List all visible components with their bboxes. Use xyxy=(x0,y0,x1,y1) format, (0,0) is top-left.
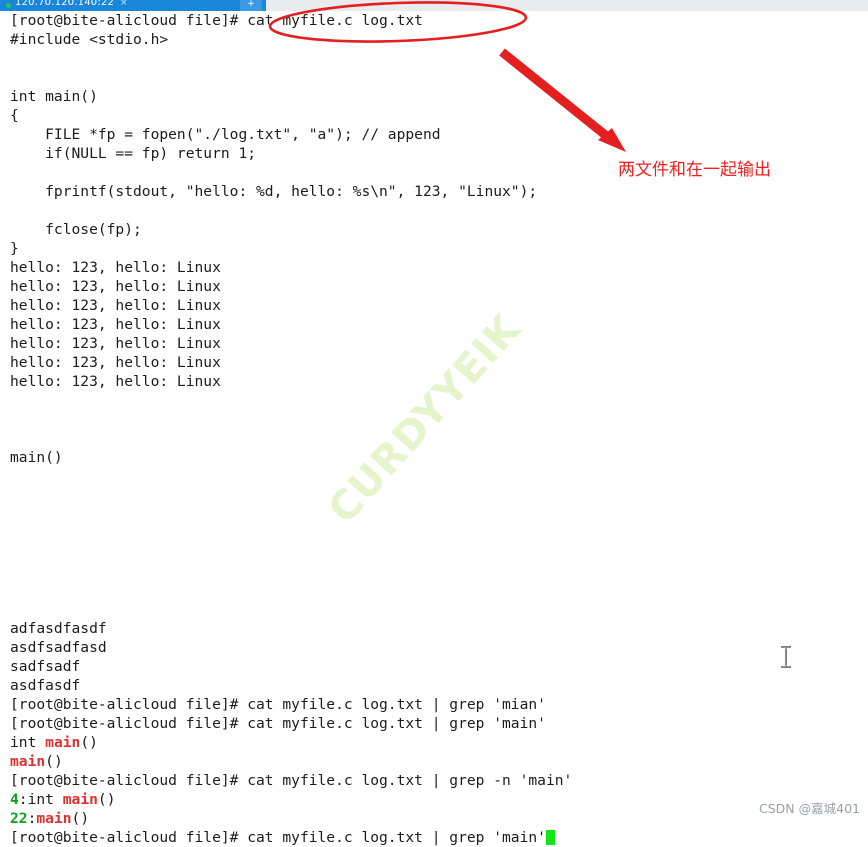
connection-status-dot xyxy=(6,3,11,8)
terminal-line: hello: 123, hello: Linux xyxy=(10,316,221,333)
window-title-bar: 120.70.120.140:22 × + xyxy=(0,0,868,11)
current-command-text: [root@bite-alicloud file]# cat myfile.c … xyxy=(10,829,546,846)
terminal-line: fprintf(stdout, "hello: %d, hello: %s\n"… xyxy=(10,183,538,200)
terminal-line-result-22-main: 22:main() xyxy=(0,809,868,828)
terminal-line: fclose(fp); xyxy=(10,221,142,238)
grep-match-main: main xyxy=(10,753,46,770)
terminal-line: adfasdfasdf xyxy=(10,620,107,637)
grep-match-main: main xyxy=(62,791,98,808)
text-cursor-block xyxy=(545,830,555,845)
terminal-session-tab[interactable]: 120.70.120.140:22 × xyxy=(0,0,266,11)
terminal-line: } xyxy=(10,240,19,257)
terminal-line-cmd-grep-main: [root@bite-alicloud file]# cat myfile.c … xyxy=(10,715,546,732)
terminal-line-cmd-grep-n-main: [root@bite-alicloud file]# cat myfile.c … xyxy=(10,772,573,789)
grep-line-number: 4 xyxy=(10,791,19,808)
terminal-line: FILE *fp = fopen("./log.txt", "a"); // a… xyxy=(10,126,441,143)
result-colon: : xyxy=(18,791,28,808)
csdn-watermark-credit: CSDN @嘉城401 xyxy=(759,801,860,816)
terminal-line-current-prompt[interactable]: [root@bite-alicloud file]# cat myfile.c … xyxy=(0,828,868,847)
terminal-line: { xyxy=(10,107,19,124)
terminal-line: #include <stdio.h> xyxy=(10,31,169,48)
terminal-line: if(NULL == fp) return 1; xyxy=(10,145,257,162)
terminal-scrollback: [root@bite-alicloud file]# cat myfile.c … xyxy=(0,11,868,695)
terminal-line: main() xyxy=(10,449,63,466)
grep-line-number: 22 xyxy=(10,810,28,827)
terminal-line: hello: 123, hello: Linux xyxy=(10,278,221,295)
terminal-line: hello: 123, hello: Linux xyxy=(10,335,221,352)
terminal-line: [root@bite-alicloud file]# cat myfile.c … xyxy=(10,12,423,29)
terminal-line: sadfsadf xyxy=(10,658,81,675)
terminal-line: hello: 123, hello: Linux xyxy=(10,259,221,276)
grep-match-main: main xyxy=(36,810,72,827)
toolbar-area xyxy=(266,0,868,11)
terminal-line-result-main-call: main() xyxy=(0,752,868,771)
terminal-line: hello: 123, hello: Linux xyxy=(10,354,221,371)
terminal-line-result-4-int-main: 4:int main() xyxy=(0,790,868,809)
terminal-line: asdfasdf xyxy=(10,677,81,694)
result-parens: () xyxy=(80,734,98,751)
terminal-line: hello: 123, hello: Linux xyxy=(10,297,221,314)
terminal-line-cmd-grep-mian: [root@bite-alicloud file]# cat myfile.c … xyxy=(10,696,546,713)
grep-match-main: main xyxy=(45,734,81,751)
result-parens: () xyxy=(97,791,116,808)
close-icon[interactable]: × xyxy=(120,0,128,8)
tab-label: 120.70.120.140:22 xyxy=(15,0,115,8)
terminal-line-result-int-main: int main() xyxy=(0,733,868,752)
terminal-output-pane[interactable]: CURDYYEIK [root@bite-alicloud file]# cat… xyxy=(0,11,868,846)
terminal-line: asdfsadfasd xyxy=(10,639,107,656)
result-int-keyword: int xyxy=(27,791,63,808)
new-tab-button[interactable]: + xyxy=(240,0,262,11)
result-parens: () xyxy=(71,810,90,827)
terminal-line: hello: 123, hello: Linux xyxy=(10,373,221,390)
result-int-keyword: int xyxy=(10,734,46,751)
result-parens: () xyxy=(45,753,63,770)
terminal-line: int main() xyxy=(10,88,98,105)
